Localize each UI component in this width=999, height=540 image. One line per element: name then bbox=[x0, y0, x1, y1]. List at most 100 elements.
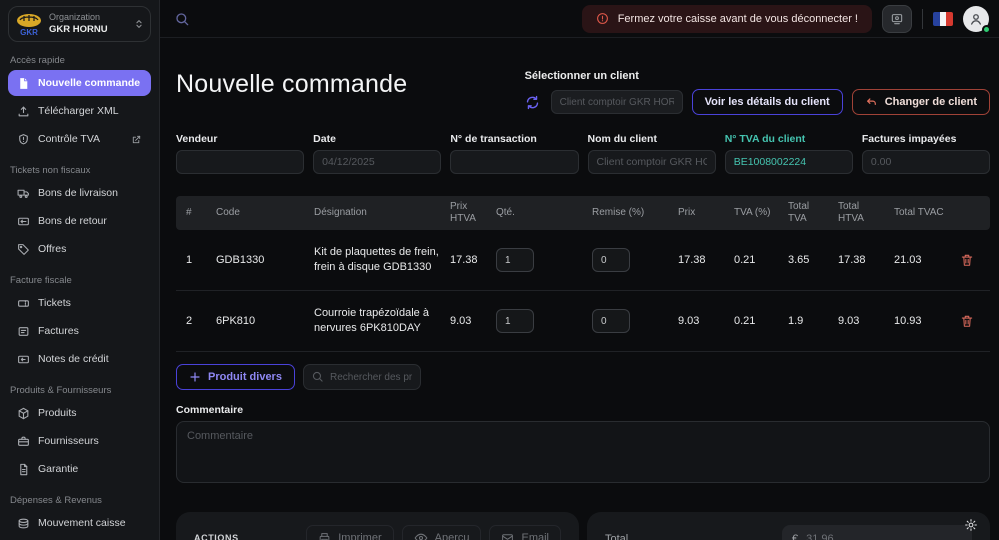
sidebar-item-label: Notes de crédit bbox=[38, 353, 109, 365]
field-date: Date bbox=[313, 133, 441, 174]
client-select-input[interactable] bbox=[551, 90, 683, 114]
topbar-divider bbox=[922, 9, 923, 29]
field-label: N° de transaction bbox=[450, 133, 578, 145]
field-vendeur: Vendeur bbox=[176, 133, 304, 174]
remise-input[interactable] bbox=[592, 309, 630, 333]
sidebar-section-depenses-revenus: Dépenses & Revenus bbox=[10, 495, 149, 506]
delete-row-button[interactable] bbox=[960, 253, 974, 267]
order-fields: Vendeur Date N° de transaction Nom du cl… bbox=[176, 133, 990, 174]
change-client-button[interactable]: Changer de client bbox=[852, 89, 990, 115]
cash-icon bbox=[17, 517, 30, 530]
plus-icon bbox=[189, 371, 201, 383]
search-icon[interactable] bbox=[174, 11, 190, 27]
client-selector-block: Sélectionner un client Voir les détails … bbox=[525, 70, 990, 115]
field-transaction: N° de transaction bbox=[450, 133, 578, 174]
sidebar-item-controle-tva[interactable]: Contrôle TVA bbox=[8, 126, 151, 152]
sidebar-item-label: Nouvelle commande bbox=[38, 77, 140, 89]
total-settings-button[interactable] bbox=[962, 516, 980, 534]
qty-input[interactable] bbox=[496, 309, 534, 333]
search-icon bbox=[311, 370, 324, 383]
org-logo: GKR bbox=[15, 12, 43, 37]
warning-text: Fermez votre caisse avant de vous déconn… bbox=[618, 13, 858, 25]
truck-icon bbox=[17, 187, 30, 200]
col-code: Code bbox=[216, 207, 314, 220]
cube-icon bbox=[17, 407, 30, 420]
field-label: Vendeur bbox=[176, 133, 304, 145]
document-icon bbox=[17, 463, 30, 476]
factures-impayees-input[interactable] bbox=[862, 150, 990, 174]
remise-input[interactable] bbox=[592, 248, 630, 272]
print-button[interactable]: Imprimer bbox=[306, 525, 393, 540]
ticket-icon bbox=[17, 297, 30, 310]
change-client-label: Changer de client bbox=[885, 96, 977, 108]
col-qte: Qté. bbox=[496, 207, 592, 220]
add-misc-product-label: Produit divers bbox=[208, 371, 282, 383]
comment-textarea[interactable] bbox=[176, 421, 990, 483]
file-icon bbox=[17, 77, 30, 90]
sidebar-item-label: Produits bbox=[38, 407, 77, 419]
row-tva: 0.21 bbox=[734, 253, 788, 268]
refresh-icon[interactable] bbox=[525, 95, 540, 110]
total-field: € bbox=[782, 525, 972, 540]
external-link-icon bbox=[131, 134, 142, 145]
table-row: 2 6PK810 Courroie trapézoïdale à nervure… bbox=[176, 291, 990, 352]
tva-client-input[interactable] bbox=[725, 150, 853, 174]
cash-register-button[interactable] bbox=[882, 5, 912, 33]
online-status-dot bbox=[982, 25, 991, 34]
invoice-icon bbox=[17, 325, 30, 338]
sidebar-item-produits[interactable]: Produits bbox=[8, 400, 151, 426]
sidebar-item-bons-de-livraison[interactable]: Bons de livraison bbox=[8, 180, 151, 206]
row-prix-htva: 17.38 bbox=[450, 253, 496, 268]
sidebar-item-label: Mouvement caisse bbox=[38, 517, 126, 529]
trash-icon bbox=[960, 314, 974, 328]
france-flag[interactable] bbox=[933, 12, 953, 26]
printer-icon bbox=[318, 532, 331, 540]
delete-row-button[interactable] bbox=[960, 314, 974, 328]
sidebar-item-label: Factures bbox=[38, 325, 79, 337]
nom-client-input[interactable] bbox=[588, 150, 716, 174]
currency-symbol: € bbox=[792, 533, 798, 540]
sidebar-item-offres[interactable]: Offres bbox=[8, 236, 151, 262]
col-designation: Désignation bbox=[314, 207, 450, 220]
total-panel: Total € bbox=[587, 512, 990, 540]
sidebar-item-fournisseurs[interactable]: Fournisseurs bbox=[8, 428, 151, 454]
email-label: Email bbox=[521, 532, 549, 540]
sidebar-item-mouvement-caisse[interactable]: Mouvement caisse bbox=[8, 510, 151, 536]
sidebar-item-label: Bons de livraison bbox=[38, 187, 118, 199]
row-num: 1 bbox=[186, 253, 216, 268]
col-remise: Remise (%) bbox=[592, 207, 678, 220]
sidebar-item-notes-de-credit[interactable]: Notes de crédit bbox=[8, 346, 151, 372]
transaction-input[interactable] bbox=[450, 150, 578, 174]
gear-icon bbox=[964, 518, 978, 532]
sidebar-item-telecharger-xml[interactable]: Télécharger XML bbox=[8, 98, 151, 124]
preview-button[interactable]: Aperçu bbox=[402, 525, 482, 540]
sidebar-item-factures[interactable]: Factures bbox=[8, 318, 151, 344]
row-code: 6PK810 bbox=[216, 314, 314, 329]
row-total-htva: 17.38 bbox=[838, 253, 894, 268]
page-title: Nouvelle commande bbox=[176, 70, 407, 99]
sidebar: GKR Organization GKR HORNU Accès rapide … bbox=[0, 0, 160, 540]
email-button[interactable]: Email bbox=[489, 525, 561, 540]
person-icon bbox=[968, 11, 984, 27]
organization-selector[interactable]: GKR Organization GKR HORNU bbox=[8, 6, 151, 42]
total-input[interactable] bbox=[806, 533, 962, 540]
sidebar-item-label: Tickets bbox=[38, 297, 71, 309]
sidebar-section-produits-fournisseurs: Produits & Fournisseurs bbox=[10, 385, 149, 396]
user-avatar[interactable] bbox=[963, 6, 989, 32]
row-total-tvac: 10.93 bbox=[894, 314, 960, 329]
row-total-tva: 1.9 bbox=[788, 314, 838, 329]
actions-label: ACTIONS bbox=[194, 533, 239, 540]
client-details-button[interactable]: Voir les détails du client bbox=[692, 89, 843, 115]
add-misc-product-button[interactable]: Produit divers bbox=[176, 364, 295, 390]
date-input[interactable] bbox=[313, 150, 441, 174]
field-nom-client: Nom du client bbox=[588, 133, 716, 174]
row-prix: 17.38 bbox=[678, 253, 734, 268]
qty-input[interactable] bbox=[496, 248, 534, 272]
sidebar-item-nouvelle-commande[interactable]: Nouvelle commande bbox=[8, 70, 151, 96]
sidebar-item-bons-de-retour[interactable]: Bons de retour bbox=[8, 208, 151, 234]
row-designation: Courroie trapézoïdale à nervures 6PK810D… bbox=[314, 306, 450, 336]
page-content: Nouvelle commande Sélectionner un client… bbox=[160, 38, 999, 540]
sidebar-item-garantie[interactable]: Garantie bbox=[8, 456, 151, 482]
vendeur-input[interactable] bbox=[176, 150, 304, 174]
sidebar-item-tickets[interactable]: Tickets bbox=[8, 290, 151, 316]
